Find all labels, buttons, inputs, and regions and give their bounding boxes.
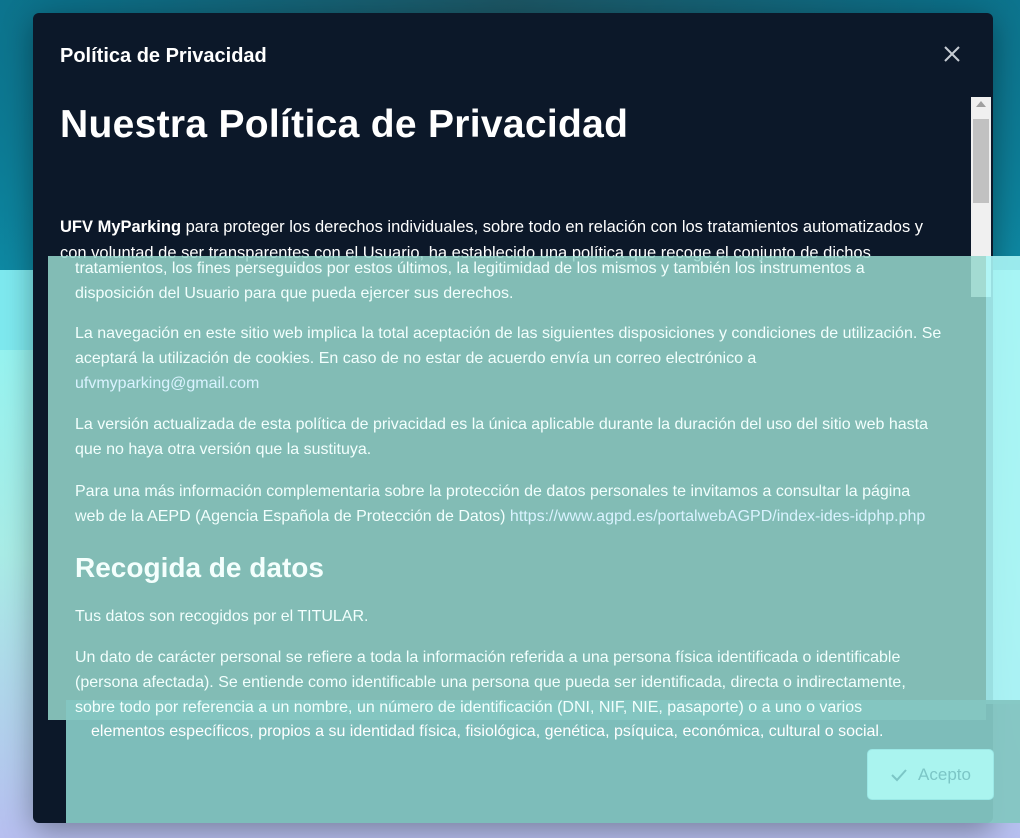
navigation-paragraph: La navegación en este sitio web implica … [75, 321, 965, 396]
scrollbar-thumb[interactable] [973, 119, 989, 203]
intro-line-3: tratamientos, los fines perseguidos por … [75, 260, 865, 277]
accept-button[interactable]: Acepto [867, 749, 994, 800]
accept-label: Acepto [918, 764, 971, 784]
para3-line-1: La versión actualizada de esta política … [75, 416, 928, 433]
para6-line-3: sobre todo por referencia a un nombre, u… [75, 699, 863, 716]
personal-data-line-4: elementos específicos, propios a su iden… [91, 723, 884, 740]
para4-line-1: Para una más información complementaria … [75, 483, 911, 500]
page-heading: Nuestra Política de Privacidad [60, 103, 629, 146]
para6-line-2: (persona afectada). Se entiende como ide… [75, 674, 906, 691]
modal-header: Política de Privacidad [33, 13, 993, 97]
section-heading: Recogida de datos [75, 552, 324, 583]
intro-line-4: disposición del Usuario para que pueda e… [75, 285, 514, 302]
intro-text-1: para proteger los derechos individuales,… [181, 218, 924, 236]
para2-line-2: aceptará la utilización de cookies. En c… [75, 350, 757, 367]
close-icon [944, 46, 960, 62]
para4-line-2: web de la AEPD (Agencia Española de Prot… [75, 508, 510, 525]
scroll-up-arrow-icon[interactable] [976, 101, 986, 107]
email-link[interactable]: ufvmyparking@gmail.com [75, 375, 259, 392]
intro-text-3: tratamientos, los fines perseguidos por … [75, 256, 965, 306]
para6-line-1: Un dato de carácter personal se refiere … [75, 649, 901, 666]
personal-data-paragraph: Un dato de carácter personal se refiere … [75, 645, 965, 720]
close-button[interactable] [941, 43, 963, 65]
collection-paragraph: Tus datos son recogidos por el TITULAR. [75, 608, 369, 625]
overlay-edge [986, 256, 1020, 704]
para3-line-2: que no haya otra versión que la sustituy… [75, 441, 372, 458]
modal-title: Política de Privacidad [60, 45, 267, 67]
check-icon [891, 768, 907, 781]
para2-line-1: La navegación en este sitio web implica … [75, 325, 942, 342]
version-paragraph: La versión actualizada de esta política … [75, 412, 965, 462]
aepd-link[interactable]: https://www.agpd.es/portalwebAGPD/index-… [510, 508, 925, 525]
aepd-paragraph: Para una más información complementaria … [75, 479, 965, 529]
brand-name: UFV MyParking [60, 218, 182, 236]
